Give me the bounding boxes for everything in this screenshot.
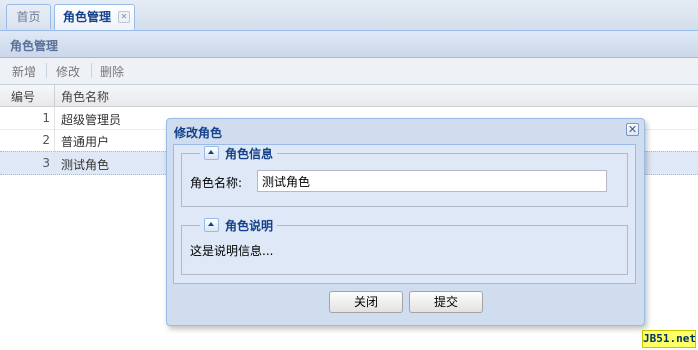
delete-button[interactable]: 删除 (100, 63, 124, 80)
dialog-header[interactable]: 修改角色 ✕ (167, 119, 644, 143)
toolbar-separator (46, 63, 47, 78)
dialog-body: 角色信息 角色名称: 角色说明 这是说明信息... (173, 144, 636, 284)
column-divider (54, 152, 55, 174)
role-info-title: 角色信息 (225, 147, 274, 161)
tab-home[interactable]: 首页 (6, 4, 51, 29)
grid-header: 编号 角色名称 (0, 85, 698, 107)
close-button[interactable]: 关闭 (329, 291, 403, 313)
close-icon[interactable]: ✕ (118, 11, 130, 23)
dialog-title: 修改角色 (174, 126, 223, 140)
collapse-up-icon[interactable] (204, 218, 219, 232)
role-name-cell: 超级管理员 (61, 113, 122, 127)
column-divider (54, 129, 55, 151)
row-number: 3 (42, 156, 50, 170)
tab-strip: 首页 角色管理 ✕ (0, 0, 698, 31)
role-info-fieldset: 角色信息 角色名称: (181, 146, 628, 207)
collapse-up-icon[interactable] (204, 146, 219, 160)
tab-home-label: 首页 (16, 10, 41, 24)
add-button[interactable]: 新增 (12, 63, 36, 80)
role-desc-fieldset: 角色说明 这是说明信息... (181, 218, 628, 275)
column-divider (54, 107, 55, 129)
row-number: 2 (42, 133, 50, 147)
role-description-text: 这是说明信息... (190, 244, 274, 258)
dialog-footer: 关闭 提交 (167, 291, 644, 321)
toolbar-separator (91, 63, 92, 78)
column-divider (54, 85, 55, 106)
role-info-legend: 角色信息 (200, 146, 278, 162)
toolbar: 新增 修改 删除 (0, 58, 698, 85)
role-name-cell: 普通用户 (61, 135, 110, 149)
role-name-cell: 测试角色 (61, 158, 110, 172)
tab-role-management-label: 角色管理 (63, 10, 112, 24)
role-desc-legend: 角色说明 (200, 218, 278, 234)
panel-title: 角色管理 (10, 39, 59, 53)
watermark-logo: JB51.net (642, 330, 696, 348)
edit-button[interactable]: 修改 (56, 63, 80, 80)
column-header-id[interactable]: 编号 (11, 88, 35, 105)
close-icon[interactable]: ✕ (626, 123, 639, 136)
role-name-input[interactable] (257, 170, 607, 192)
submit-button[interactable]: 提交 (409, 291, 483, 313)
role-name-label: 角色名称: (190, 176, 243, 190)
panel-header: 角色管理 (0, 31, 698, 58)
column-header-role-name[interactable]: 角色名称 (61, 88, 109, 105)
row-number: 1 (42, 111, 50, 125)
role-desc-title: 角色说明 (225, 219, 274, 233)
edit-role-dialog: 修改角色 ✕ 角色信息 角色名称: 角色说明 这是说明信息... 关闭 提交 (166, 118, 645, 326)
tab-role-management[interactable]: 角色管理 ✕ (54, 4, 135, 30)
